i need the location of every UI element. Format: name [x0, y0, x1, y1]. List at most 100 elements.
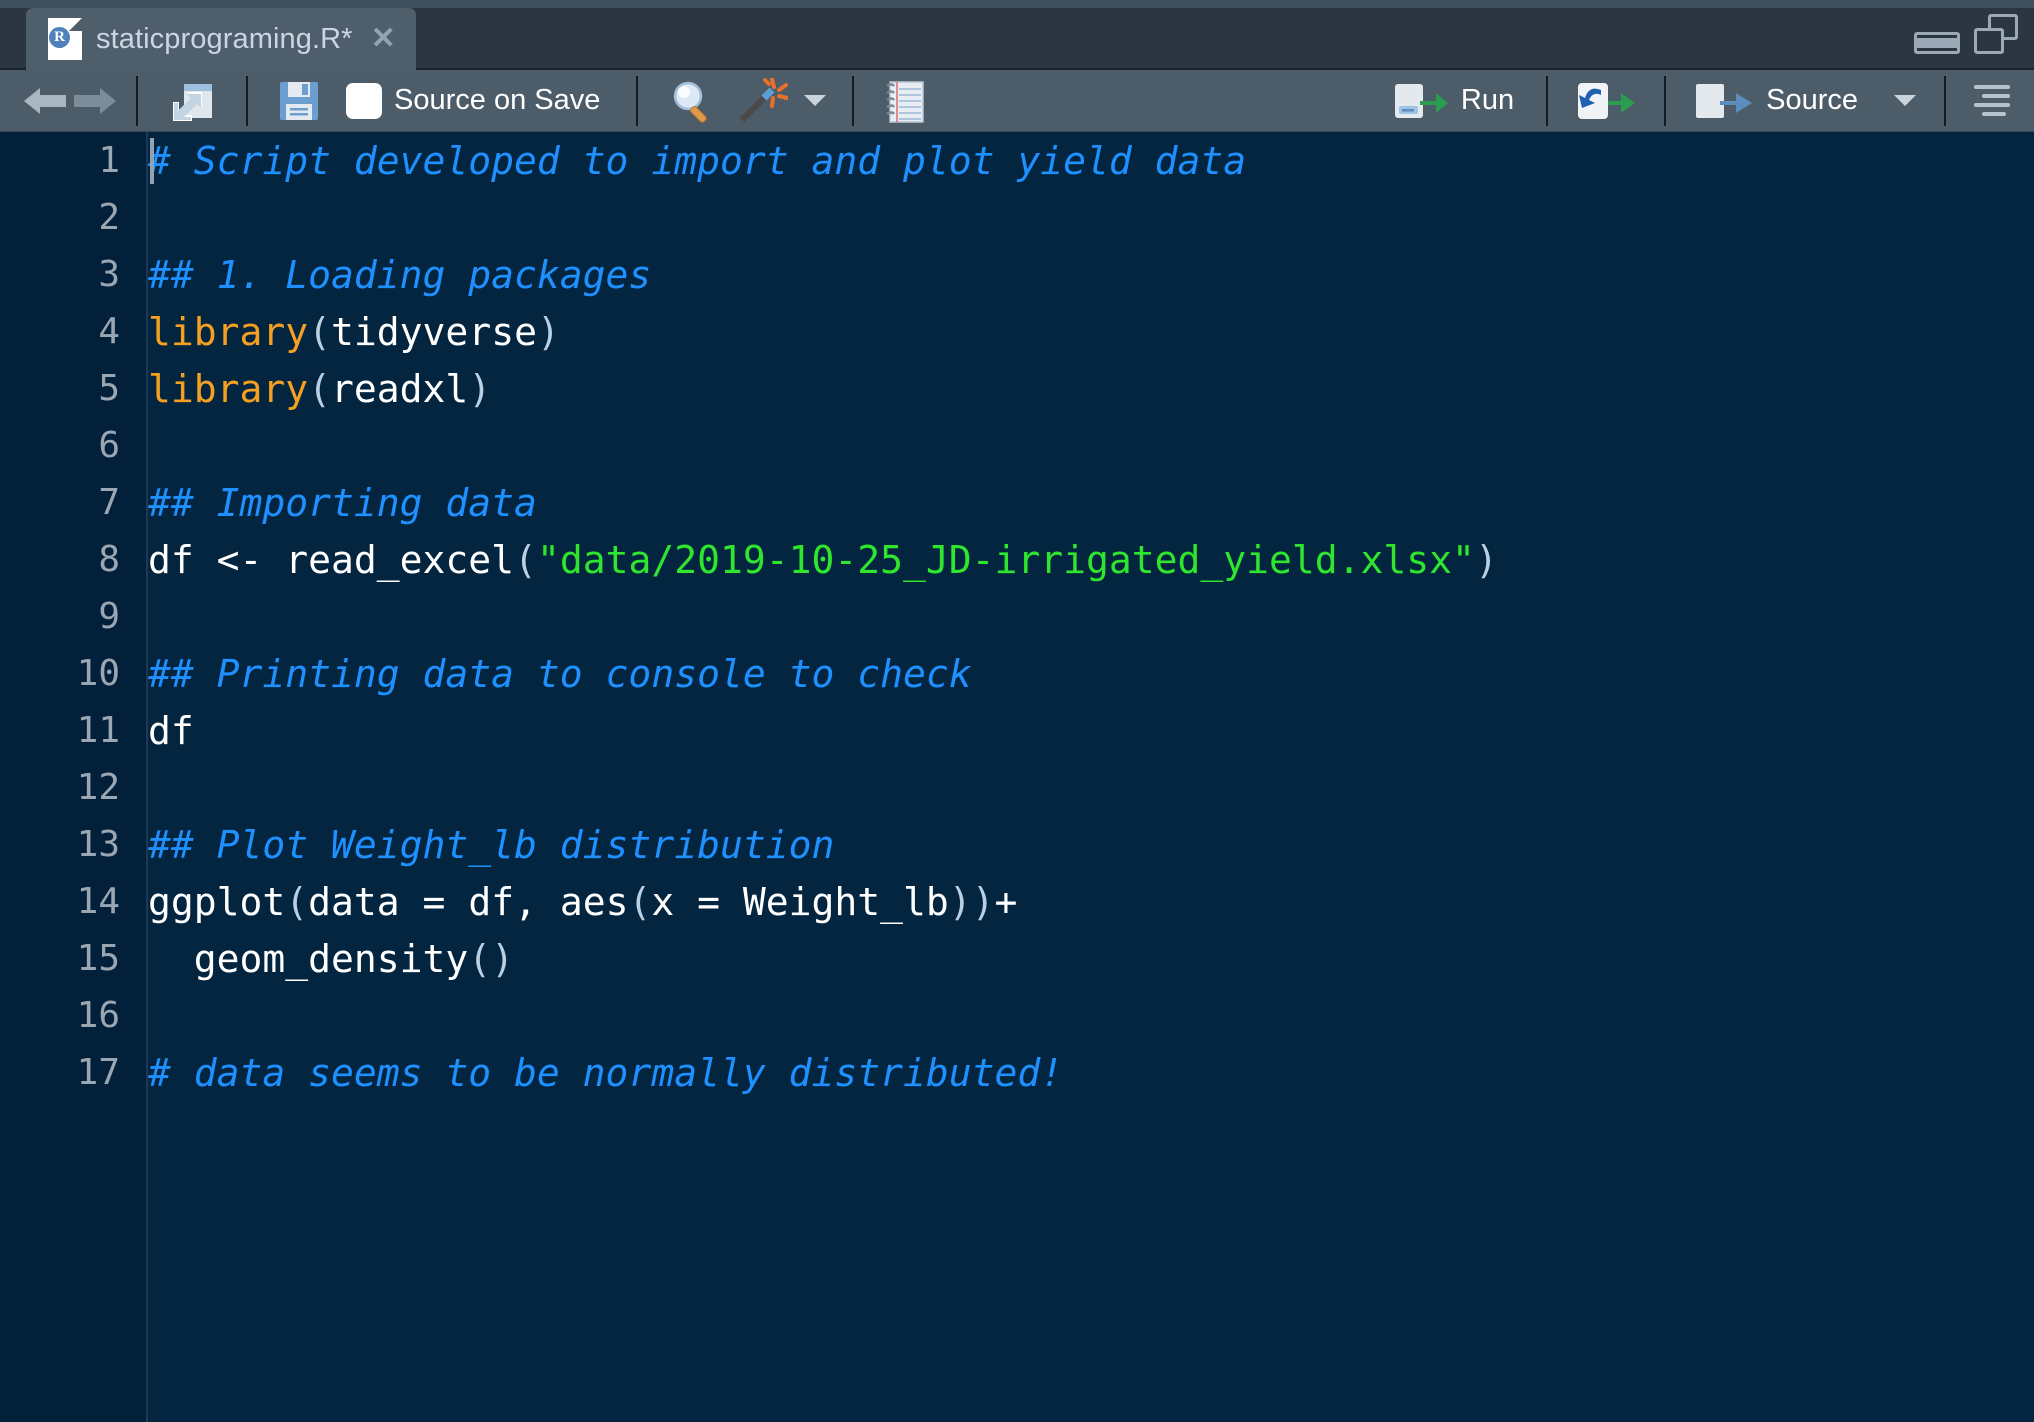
line-number: 17	[0, 1052, 126, 1093]
forward-button[interactable]	[70, 74, 130, 128]
code-token-plain: readxl	[331, 367, 468, 411]
close-icon[interactable]: ✕	[367, 24, 396, 54]
line-number: 5	[0, 368, 126, 409]
rstudio-source-pane: R staticprograming.R* ✕	[0, 0, 2034, 1422]
code-token-paren: (	[285, 880, 308, 924]
code-token-str: "data/2019-10-25_JD-irrigated_yield.xlsx…	[537, 538, 1475, 582]
run-label: Run	[1461, 84, 1514, 117]
tab-bar: R staticprograming.R* ✕	[0, 0, 2034, 70]
code-line[interactable]: 4library(tidyverse)	[0, 303, 2034, 360]
line-number: 12	[0, 767, 126, 808]
code-token-comment: ## Printing data to console to check	[148, 652, 972, 696]
rerun-icon	[1576, 80, 1636, 122]
code-token-comment: # data seems to be normally distributed!	[148, 1051, 1063, 1095]
code-line[interactable]: 11df	[0, 702, 2034, 759]
code-text[interactable]: df	[126, 709, 194, 753]
source-icon	[1694, 80, 1754, 122]
code-text[interactable]: ## Printing data to console to check	[126, 652, 972, 696]
line-number: 2	[0, 197, 126, 238]
line-number: 15	[0, 938, 126, 979]
code-line[interactable]: 9	[0, 588, 2034, 645]
source-on-save-label: Source on Save	[394, 84, 600, 117]
code-line[interactable]: 16	[0, 987, 2034, 1044]
code-lines-container[interactable]: 1 # Script developed to import and plot y…	[0, 132, 2034, 1101]
code-line[interactable]: 6	[0, 417, 2034, 474]
code-text[interactable]: ggplot(data = df, aes(x = Weight_lb))+	[126, 880, 1017, 924]
save-floppy-icon	[278, 80, 320, 122]
code-line[interactable]: 1 # Script developed to import and plot y…	[0, 132, 2034, 189]
tab-bar-strip	[0, 0, 2034, 8]
checkbox-icon[interactable]	[346, 83, 382, 119]
code-text[interactable]: ## 1. Loading packages	[126, 253, 651, 297]
r-file-icon: R	[48, 18, 82, 60]
code-token-plain: data = df, aes	[308, 880, 628, 924]
code-line[interactable]: 8df <- read_excel("data/2019-10-25_JD-ir…	[0, 531, 2034, 588]
code-token-paren: (	[308, 310, 331, 354]
code-line[interactable]: 17 # data seems to be normally distribute…	[0, 1044, 2034, 1101]
code-token-plain: geom_density	[148, 937, 468, 981]
editor-tab-staticprograming-r[interactable]: R staticprograming.R* ✕	[26, 8, 416, 70]
code-line[interactable]: 14ggplot(data = df, aes(x = Weight_lb))+	[0, 873, 2034, 930]
text-cursor	[150, 138, 154, 184]
code-line[interactable]: 3## 1. Loading packages	[0, 246, 2034, 303]
nav-group	[0, 70, 130, 132]
line-number: 6	[0, 425, 126, 466]
toolbar-separator	[1664, 76, 1666, 126]
line-number: 1	[0, 140, 126, 181]
rerun-button[interactable]	[1554, 74, 1658, 128]
code-text[interactable]: geom_density()	[126, 937, 514, 981]
code-text[interactable]: # data seems to be normally distributed!	[126, 1051, 1063, 1095]
line-number: 16	[0, 995, 126, 1036]
code-token-plain: df <- read_excel	[148, 538, 514, 582]
code-token-paren: ()	[468, 937, 514, 981]
code-text[interactable]: ## Importing data	[126, 481, 537, 525]
line-number: 7	[0, 482, 126, 523]
code-text[interactable]: # Script developed to import and plot yi…	[126, 139, 1246, 183]
chevron-down-icon[interactable]	[804, 95, 826, 106]
toolbar-separator	[1944, 76, 1946, 126]
code-token-paren: ))	[949, 880, 995, 924]
source-on-save-toggle[interactable]: Source on Save	[340, 74, 612, 128]
run-icon	[1393, 80, 1449, 122]
line-number: 13	[0, 824, 126, 865]
line-number: 14	[0, 881, 126, 922]
back-button[interactable]	[0, 74, 70, 128]
code-line[interactable]: 13## Plot Weight_lb distribution	[0, 816, 2034, 873]
code-text[interactable]: library(readxl)	[126, 367, 491, 411]
save-button[interactable]	[254, 74, 340, 128]
document-outline-icon	[1970, 81, 2014, 121]
code-line[interactable]: 7## Importing data	[0, 474, 2034, 531]
source-button[interactable]: Source	[1672, 74, 1928, 128]
maximize-icon[interactable]	[1974, 14, 2018, 54]
code-line[interactable]: 12	[0, 759, 2034, 816]
arrow-right-icon	[72, 82, 118, 120]
toolbar-separator	[1546, 76, 1548, 126]
run-button[interactable]: Run	[1381, 74, 1540, 128]
compile-report-button[interactable]	[860, 74, 938, 128]
find-replace-button[interactable]	[644, 74, 726, 128]
code-tools-button[interactable]	[726, 74, 838, 128]
code-token-fn: library	[148, 310, 308, 354]
source-label: Source	[1766, 84, 1858, 117]
code-text[interactable]: ## Plot Weight_lb distribution	[126, 823, 834, 867]
code-token-plain: df	[148, 709, 194, 753]
code-line[interactable]: 2	[0, 189, 2034, 246]
r-file-icon-letter: R	[49, 27, 70, 48]
code-editor[interactable]: 1 # Script developed to import and plot y…	[0, 132, 2034, 1422]
code-token-paren: )	[468, 367, 491, 411]
show-in-new-window-button[interactable]	[144, 74, 240, 128]
code-token-comment: # Script developed to import and plot yi…	[148, 139, 1246, 183]
minimize-icon[interactable]	[1914, 32, 1960, 54]
code-line[interactable]: 10 ## Printing data to console to check	[0, 645, 2034, 702]
code-token-paren: (	[628, 880, 651, 924]
toolbar-separator	[136, 76, 138, 126]
document-outline-button[interactable]	[1952, 74, 2034, 128]
code-text[interactable]: library(tidyverse)	[126, 310, 560, 354]
code-token-comment: ## 1. Loading packages	[148, 253, 651, 297]
code-text[interactable]: df <- read_excel("data/2019-10-25_JD-irr…	[126, 538, 1498, 582]
line-number: 10	[0, 653, 126, 694]
chevron-down-icon[interactable]	[1894, 95, 1916, 106]
line-number: 8	[0, 539, 126, 580]
code-line[interactable]: 5library(readxl)	[0, 360, 2034, 417]
code-line[interactable]: 15 geom_density()	[0, 930, 2034, 987]
